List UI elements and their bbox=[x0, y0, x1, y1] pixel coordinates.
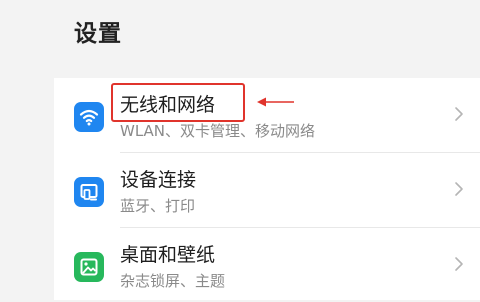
wallpaper-icon bbox=[74, 252, 104, 282]
settings-item-title: 桌面和壁纸 bbox=[120, 244, 216, 266]
chevron-right-icon bbox=[455, 182, 463, 196]
device-connection-icon bbox=[74, 177, 104, 207]
wifi-icon bbox=[74, 102, 104, 132]
settings-item-subtitle: 蓝牙、打印 bbox=[120, 197, 196, 215]
settings-item-device-connection[interactable]: 设备连接 蓝牙、打印 bbox=[54, 153, 480, 227]
settings-item-subtitle: WLAN、双卡管理、移动网络 bbox=[120, 122, 316, 140]
annotation-highlight-box bbox=[111, 83, 245, 122]
settings-item-subtitle: 杂志锁屏、主题 bbox=[120, 272, 226, 290]
header: 设置 bbox=[0, 0, 480, 62]
settings-item-title: 设备连接 bbox=[120, 169, 197, 191]
page-title: 设置 bbox=[74, 21, 122, 47]
annotation-arrow-icon bbox=[257, 97, 294, 107]
chevron-right-icon bbox=[455, 107, 463, 121]
settings-item-desktop-wallpaper[interactable]: 桌面和壁纸 杂志锁屏、主题 bbox=[54, 228, 480, 302]
chevron-right-icon bbox=[455, 257, 463, 271]
